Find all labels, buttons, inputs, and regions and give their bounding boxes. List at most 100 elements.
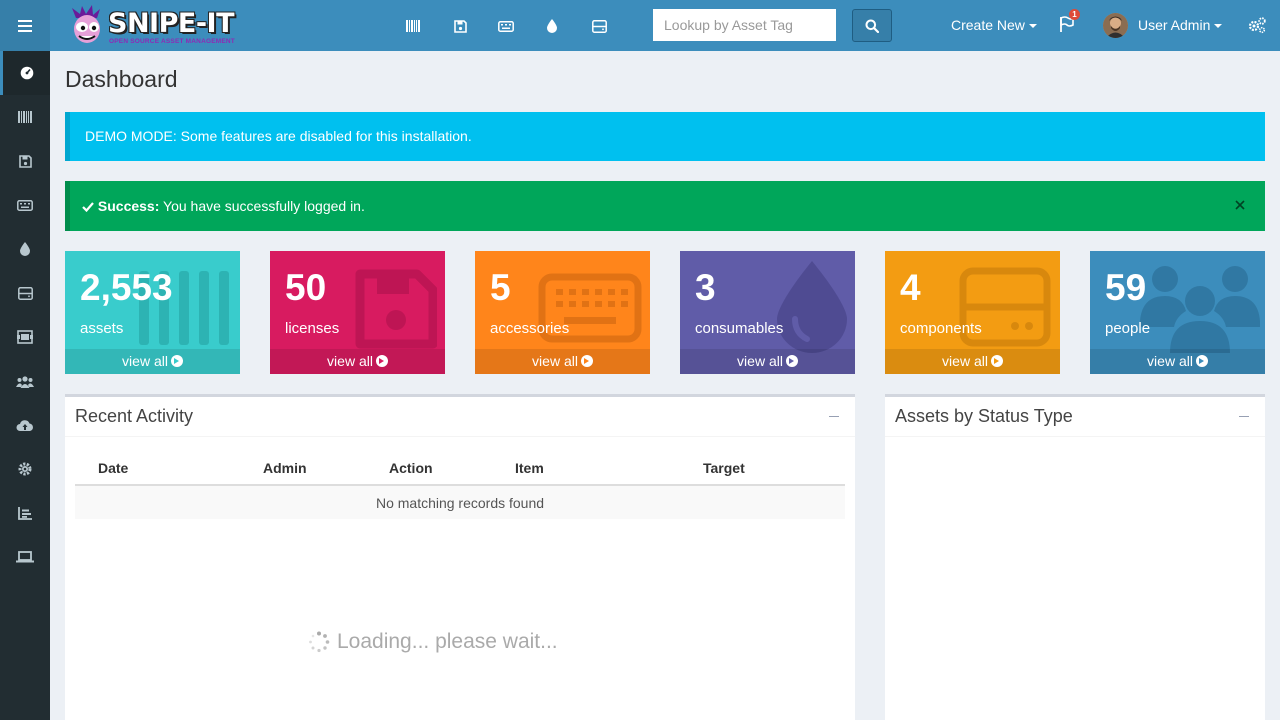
consumables-count: 3 bbox=[695, 267, 716, 308]
asset-tag-search-input[interactable] bbox=[653, 9, 836, 41]
arrow-circle-right-icon bbox=[1195, 355, 1208, 367]
assets-label: assets bbox=[80, 320, 124, 337]
keyboard-icon bbox=[498, 20, 514, 32]
kit-icon bbox=[17, 330, 33, 344]
arrow-circle-right-icon bbox=[375, 355, 388, 367]
page-title: Dashboard bbox=[65, 66, 178, 92]
column-header-date[interactable]: Date bbox=[75, 452, 263, 486]
hamburger-icon bbox=[18, 19, 32, 32]
licenses-tile: 50 licenses view all bbox=[270, 251, 445, 374]
tint-icon bbox=[20, 242, 30, 256]
column-header-target[interactable]: Target bbox=[703, 452, 845, 486]
sidebar bbox=[0, 51, 50, 720]
report-icon bbox=[18, 506, 32, 520]
sidebar-item-accessories[interactable] bbox=[0, 183, 50, 227]
licenses-label: licenses bbox=[285, 320, 340, 337]
sidebar-item-components[interactable] bbox=[0, 271, 50, 315]
chevron-down-icon bbox=[1028, 24, 1037, 29]
people-icon bbox=[16, 375, 34, 388]
arrow-circle-right-icon bbox=[785, 355, 798, 367]
divider bbox=[65, 436, 855, 437]
components-tile: 4 components view all bbox=[885, 251, 1060, 374]
loading-indicator: Loading... please wait... bbox=[308, 630, 558, 654]
consumables-label: consumables bbox=[695, 320, 784, 337]
column-header-item[interactable]: Item bbox=[515, 452, 703, 486]
settings-button[interactable] bbox=[1247, 16, 1267, 36]
sidebar-item-import[interactable] bbox=[0, 403, 50, 447]
people-icon bbox=[1140, 266, 1260, 353]
app-logo[interactable]: SNIPE-IT OPEN SOURCE ASSET MANAGEMENT bbox=[68, 4, 248, 48]
assets-by-status-box: Assets by Status Type bbox=[885, 394, 1265, 720]
sidebar-item-assets[interactable] bbox=[0, 95, 50, 139]
arrow-circle-right-icon bbox=[990, 355, 1003, 367]
gear-icon bbox=[18, 462, 32, 476]
logo-subtitle: OPEN SOURCE ASSET MANAGEMENT bbox=[109, 38, 235, 45]
sidebar-toggle-button[interactable] bbox=[0, 0, 50, 51]
column-header-admin[interactable]: Admin bbox=[263, 452, 389, 486]
nav-components-button[interactable] bbox=[588, 15, 610, 37]
search-button[interactable] bbox=[852, 9, 892, 42]
nav-consumables-button[interactable] bbox=[541, 15, 563, 37]
sidebar-item-requestable[interactable] bbox=[0, 535, 50, 579]
floppy-icon bbox=[453, 19, 467, 33]
user-menu-dropdown[interactable]: User Admin bbox=[1138, 17, 1223, 33]
keyboard-icon bbox=[17, 199, 33, 211]
floppy-icon bbox=[18, 154, 32, 168]
people-tile: 59 people view all bbox=[1090, 251, 1265, 374]
sidebar-item-consumables[interactable] bbox=[0, 227, 50, 271]
nav-accessories-button[interactable] bbox=[495, 15, 517, 37]
recent-activity-box: Recent Activity Date Admin Action Item T… bbox=[65, 394, 855, 720]
avatar[interactable] bbox=[1103, 13, 1128, 38]
success-label: Success: bbox=[97, 198, 160, 214]
dashboard-icon bbox=[20, 66, 33, 80]
licenses-count: 50 bbox=[285, 267, 327, 308]
sidebar-item-kits[interactable] bbox=[0, 315, 50, 359]
barcode-icon bbox=[18, 111, 32, 123]
collapse-button[interactable] bbox=[1239, 416, 1249, 417]
success-message: You have successfully logged in. bbox=[159, 198, 365, 214]
barcode-icon bbox=[406, 20, 420, 32]
collapse-button[interactable] bbox=[829, 416, 839, 417]
alerts-count-badge: 1 bbox=[1069, 9, 1080, 20]
consumables-tile: 3 consumables view all bbox=[680, 251, 855, 374]
nav-assets-button[interactable] bbox=[402, 15, 424, 37]
sidebar-item-people[interactable] bbox=[0, 359, 50, 403]
create-new-label: Create New bbox=[951, 17, 1025, 33]
consumables-view-all-link[interactable]: view all bbox=[680, 349, 855, 374]
components-label: components bbox=[900, 320, 982, 337]
create-new-dropdown[interactable]: Create New bbox=[951, 17, 1037, 33]
close-icon[interactable] bbox=[1233, 198, 1247, 212]
components-view-all-link[interactable]: view all bbox=[885, 349, 1060, 374]
assets-count: 2,553 bbox=[80, 267, 173, 308]
assets-view-all-link[interactable]: view all bbox=[65, 349, 240, 374]
table-row: No matching records found bbox=[75, 485, 845, 519]
assets-by-status-title: Assets by Status Type bbox=[895, 406, 1073, 426]
nav-licenses-button[interactable] bbox=[449, 15, 471, 37]
sidebar-item-licenses[interactable] bbox=[0, 139, 50, 183]
hdd-icon bbox=[17, 286, 33, 300]
tint-icon bbox=[777, 261, 847, 353]
licenses-view-all-link[interactable]: view all bbox=[270, 349, 445, 374]
search-icon bbox=[865, 19, 879, 33]
sidebar-item-dashboard[interactable] bbox=[0, 51, 50, 95]
sidebar-item-settings[interactable] bbox=[0, 447, 50, 491]
cloud-upload-icon bbox=[16, 419, 33, 431]
floppy-icon bbox=[355, 269, 437, 349]
spinner-icon bbox=[309, 631, 330, 653]
hdd-icon bbox=[591, 19, 607, 33]
demo-mode-alert: DEMO MODE: Some features are disabled fo… bbox=[65, 112, 1265, 161]
people-label: people bbox=[1105, 320, 1151, 337]
logo-text: SNIPE-IT bbox=[108, 8, 235, 39]
login-success-alert: Success: You have successfully logged in… bbox=[65, 181, 1265, 231]
components-count: 4 bbox=[900, 267, 921, 308]
people-count: 59 bbox=[1105, 267, 1147, 308]
people-view-all-link[interactable]: view all bbox=[1090, 349, 1265, 374]
sidebar-item-reports[interactable] bbox=[0, 491, 50, 535]
arrow-circle-right-icon bbox=[580, 355, 593, 367]
column-header-action[interactable]: Action bbox=[389, 452, 515, 486]
accessories-view-all-link[interactable]: view all bbox=[475, 349, 650, 374]
divider bbox=[885, 436, 1265, 437]
loading-text: Loading... please wait... bbox=[337, 630, 558, 653]
accessories-tile: 5 accessories view all bbox=[475, 251, 650, 374]
accessories-label: accessories bbox=[490, 320, 570, 337]
